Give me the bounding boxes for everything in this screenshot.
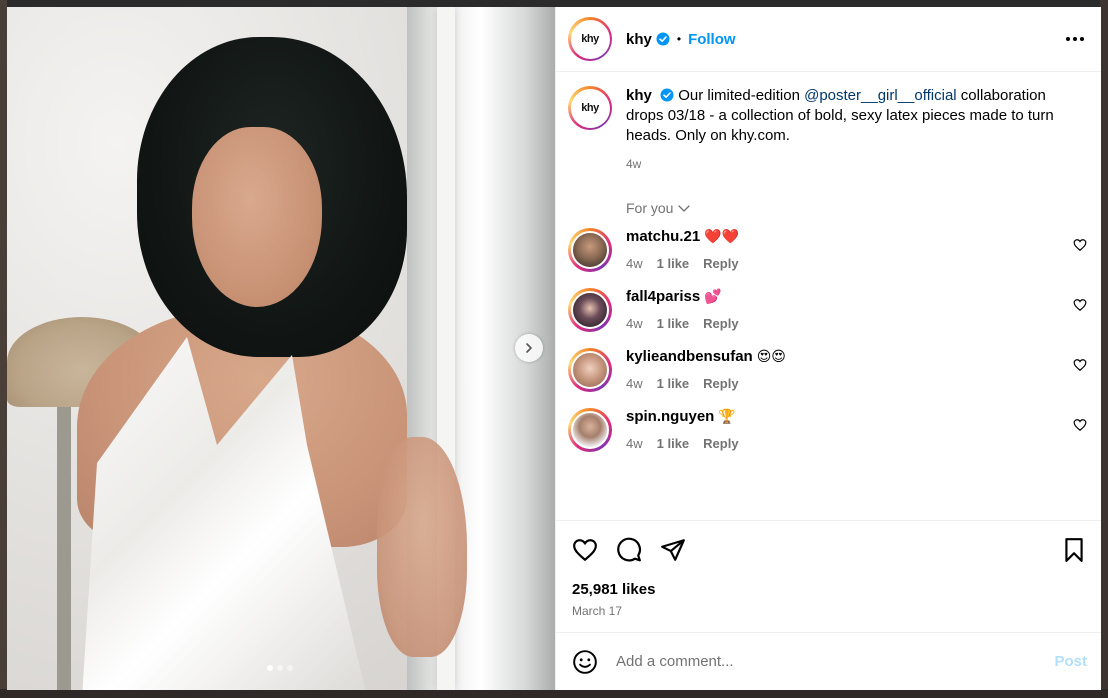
add-comment-bar: Add a comment... Post [556, 632, 1101, 690]
comment-body: kylieandbensufan 😍😍 4w 1 like Reply [626, 348, 1087, 391]
bookmark-icon[interactable] [1061, 537, 1087, 563]
comment-reply-button[interactable]: Reply [703, 376, 738, 391]
photo-lamp-stand [57, 407, 71, 690]
comment-username[interactable]: fall4pariss [626, 288, 700, 305]
comment-meta: 4w 1 like Reply [626, 256, 1087, 271]
comment-likes[interactable]: 1 like [657, 316, 690, 331]
post-modal: khy khy • Follow khy khy Our limited-edi… [7, 7, 1101, 690]
caption-text-before: Our limited-edition [678, 87, 805, 104]
chevron-right-icon [526, 343, 532, 353]
comment-text: 🏆 [718, 408, 736, 424]
avatar-image [571, 291, 609, 329]
comment-text: ❤️❤️ [704, 228, 740, 244]
comment-like-heart-icon[interactable] [1073, 238, 1087, 252]
backdrop-right [1100, 0, 1108, 698]
comment-likes[interactable]: 1 like [657, 376, 690, 391]
comment-likes[interactable]: 1 like [657, 256, 690, 271]
avatar-image [571, 351, 609, 389]
comment-input[interactable]: Add a comment... [616, 653, 1054, 670]
likes-count[interactable]: 25,981 likes [572, 581, 1087, 598]
more-horizontal-icon [1066, 37, 1084, 41]
comment-body: fall4pariss 💕 4w 1 like Reply [626, 288, 1087, 331]
comment-like-heart-icon[interactable] [1073, 418, 1087, 432]
comment-bubble-icon[interactable] [616, 537, 642, 563]
like-heart-icon[interactable] [572, 537, 598, 563]
commenter-avatar[interactable] [568, 288, 612, 332]
verified-badge-icon [656, 32, 670, 46]
avatar-image [571, 231, 609, 269]
avatar-image [571, 411, 609, 449]
comment-age: 4w [626, 256, 643, 271]
comment-age: 4w [626, 316, 643, 331]
post-actions: 25,981 likes March 17 [556, 520, 1101, 618]
account-username[interactable]: khy [626, 31, 652, 48]
comment-meta: 4w 1 like Reply [626, 376, 1087, 391]
comment-meta: 4w 1 like Reply [626, 436, 1087, 451]
post-header: khy khy • Follow [556, 7, 1101, 72]
chevron-down-icon [678, 205, 691, 212]
header-separator: • [676, 32, 682, 46]
caption-body: khy Our limited-edition @poster__girl__o… [626, 86, 1087, 174]
carousel-dot [267, 665, 273, 671]
commenter-avatar[interactable] [568, 408, 612, 452]
caption-age: 4w [626, 157, 642, 171]
comment-reply-button[interactable]: Reply [703, 256, 738, 271]
carousel-dot [277, 665, 283, 671]
comment-username[interactable]: kylieandbensufan [626, 348, 753, 365]
backdrop-left [0, 0, 7, 698]
caption-mention-link[interactable]: @poster__girl__official [804, 87, 957, 104]
caption-avatar[interactable]: khy [568, 86, 612, 130]
carousel-dot [287, 665, 293, 671]
comment-item: fall4pariss 💕 4w 1 like Reply [568, 288, 1087, 332]
comment-username[interactable]: matchu.21 [626, 228, 700, 245]
comment-like-heart-icon[interactable] [1073, 358, 1087, 372]
follow-button[interactable]: Follow [688, 31, 736, 48]
comment-age: 4w [626, 376, 643, 391]
post-comment-button[interactable]: Post [1054, 653, 1087, 670]
comment-item: spin.nguyen 🏆 4w 1 like Reply [568, 408, 1087, 452]
comment-body: spin.nguyen 🏆 4w 1 like Reply [626, 408, 1087, 451]
post-caption: khy khy Our limited-edition @poster__gir… [568, 86, 1087, 174]
caption-avatar-logo: khy [570, 88, 610, 128]
comment-item: matchu.21 ❤️❤️ 4w 1 like Reply [568, 228, 1087, 272]
photo-hand [377, 437, 467, 657]
comment-username[interactable]: spin.nguyen [626, 408, 714, 425]
comment-reply-button[interactable]: Reply [703, 436, 738, 451]
next-slide-button[interactable] [515, 334, 543, 362]
photo-face [192, 127, 322, 307]
comment-reply-button[interactable]: Reply [703, 316, 738, 331]
comments-filter-label: For you [626, 200, 674, 216]
comment-meta: 4w 1 like Reply [626, 316, 1087, 331]
comment-likes[interactable]: 1 like [657, 436, 690, 451]
post-date: March 17 [572, 604, 623, 618]
comment-text: 💕 [704, 288, 722, 304]
emoji-icon[interactable] [572, 649, 598, 675]
share-send-icon[interactable] [660, 537, 686, 563]
account-avatar[interactable]: khy [568, 17, 612, 61]
comments-filter-dropdown[interactable]: For you [626, 200, 1087, 216]
comment-body: matchu.21 ❤️❤️ 4w 1 like Reply [626, 228, 1087, 271]
more-options-button[interactable] [1063, 27, 1087, 51]
comments-area[interactable]: khy khy Our limited-edition @poster__gir… [556, 72, 1101, 520]
caption-username[interactable]: khy [626, 87, 652, 104]
post-side-panel: khy khy • Follow khy khy Our limited-edi… [555, 7, 1101, 690]
account-logo: khy [570, 19, 610, 59]
verified-badge-icon [660, 88, 674, 102]
backdrop-bottom [0, 689, 1108, 698]
carousel-dots [267, 665, 293, 671]
commenter-avatar[interactable] [568, 228, 612, 272]
comment-text: 😍😍 [756, 348, 786, 364]
commenter-avatar[interactable] [568, 348, 612, 392]
action-icons [572, 533, 1087, 567]
comment-age: 4w [626, 436, 643, 451]
comment-like-heart-icon[interactable] [1073, 298, 1087, 312]
comment-item: kylieandbensufan 😍😍 4w 1 like Reply [568, 348, 1087, 392]
post-photo [7, 7, 555, 690]
